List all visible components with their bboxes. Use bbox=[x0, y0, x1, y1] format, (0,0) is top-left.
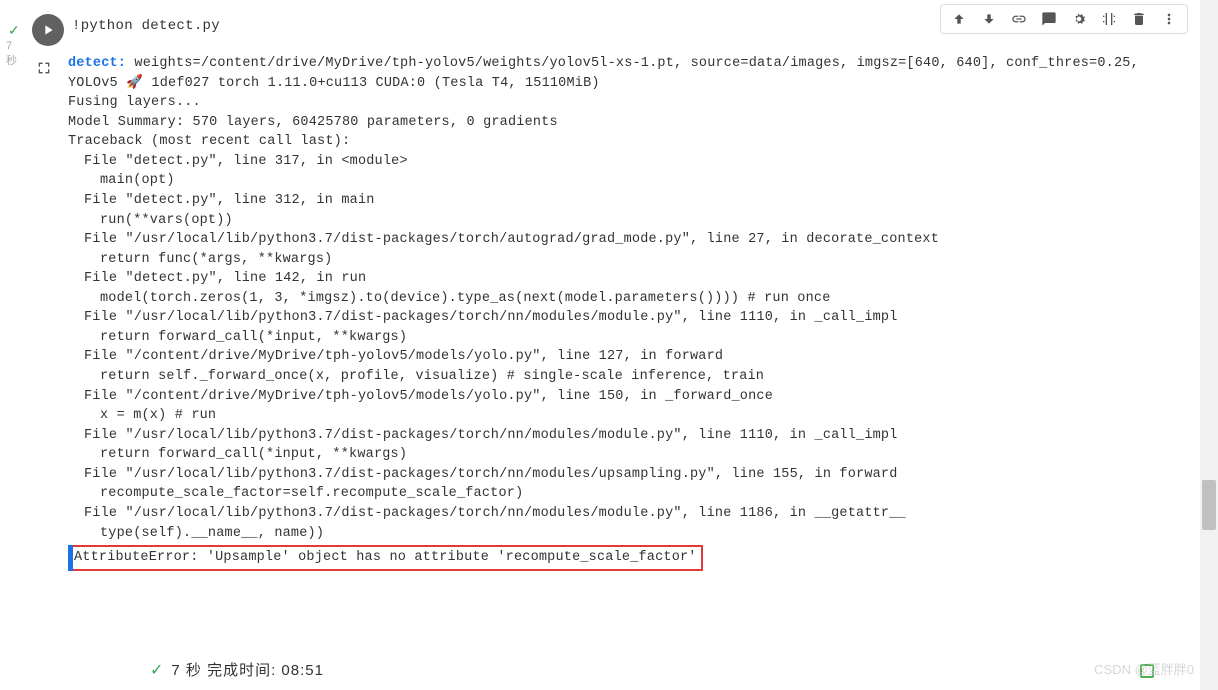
output-line-13: File "detect.py", line 142, in run bbox=[68, 269, 1198, 289]
output-expand-icon[interactable] bbox=[36, 60, 52, 583]
move-down-icon[interactable] bbox=[977, 7, 1001, 31]
output-line-10: run(**vars(opt)) bbox=[68, 211, 1198, 231]
output-line-9: File "detect.py", line 312, in main bbox=[68, 191, 1198, 211]
gutter-time: 7 秒 bbox=[6, 40, 17, 68]
more-icon[interactable] bbox=[1157, 7, 1181, 31]
status-bar: ✓ 7 秒 完成时间: 08:51 bbox=[0, 648, 1218, 690]
watermark-text: CSDN @蓝胖胖0 bbox=[1094, 659, 1194, 678]
error-highlight: AttributeError: 'Upsample' object has no… bbox=[68, 545, 703, 571]
detect-label: detect: bbox=[68, 56, 126, 71]
output-line-4: Fusing layers... bbox=[68, 93, 1198, 113]
output-line-11: File "/usr/local/lib/python3.7/dist-pack… bbox=[68, 230, 1198, 250]
output-line-7: File "detect.py", line 317, in <module> bbox=[68, 152, 1198, 172]
code-text: !python detect.py bbox=[72, 18, 220, 34]
output-line-23: File "/usr/local/lib/python3.7/dist-pack… bbox=[68, 465, 1198, 485]
output-line-15: File "/usr/local/lib/python3.7/dist-pack… bbox=[68, 308, 1198, 328]
output-line-1: weights=/content/drive/MyDrive/tph-yolov… bbox=[126, 56, 1139, 71]
check-icon: ✓ bbox=[8, 22, 20, 39]
cell-toolbar bbox=[940, 4, 1188, 34]
mirror-icon[interactable] bbox=[1097, 7, 1121, 31]
output-line-12: return func(*args, **kwargs) bbox=[68, 250, 1198, 270]
output-line-5: Model Summary: 570 layers, 60425780 para… bbox=[68, 113, 1198, 133]
run-button[interactable] bbox=[32, 14, 64, 46]
comment-icon[interactable] bbox=[1037, 7, 1061, 31]
status-check-icon: ✓ bbox=[150, 660, 163, 680]
output-line-21: File "/usr/local/lib/python3.7/dist-pack… bbox=[68, 426, 1198, 446]
output-container: detect: weights=/content/drive/MyDrive/t… bbox=[0, 50, 1218, 583]
move-up-icon[interactable] bbox=[947, 7, 971, 31]
output-line-25: File "/usr/local/lib/python3.7/dist-pack… bbox=[68, 504, 1198, 524]
output-line-24: recompute_scale_factor=self.recompute_sc… bbox=[68, 484, 1198, 504]
output-line-16: return forward_call(*input, **kwargs) bbox=[68, 328, 1198, 348]
link-icon[interactable] bbox=[1007, 7, 1031, 31]
settings-icon[interactable] bbox=[1067, 7, 1091, 31]
output-line-26: type(self).__name__, name)) bbox=[68, 524, 1198, 544]
output-line-22: return forward_call(*input, **kwargs) bbox=[68, 445, 1198, 465]
output-line-18: return self._forward_once(x, profile, vi… bbox=[68, 367, 1198, 387]
output-line-17: File "/content/drive/MyDrive/tph-yolov5/… bbox=[68, 347, 1198, 367]
delete-icon[interactable] bbox=[1127, 7, 1151, 31]
output-line-14: model(torch.zeros(1, 3, *imgsz).to(devic… bbox=[68, 289, 1198, 309]
output-line-19: File "/content/drive/MyDrive/tph-yolov5/… bbox=[68, 387, 1198, 407]
error-text: AttributeError: 'Upsample' object has no… bbox=[74, 550, 697, 565]
output-line-20: x = m(x) # run bbox=[68, 406, 1198, 426]
output-line-2: YOLOv5 🚀 1def027 torch 1.11.0+cu113 CUDA… bbox=[68, 74, 1198, 94]
output-line-8: main(opt) bbox=[68, 171, 1198, 191]
output-text: detect: weights=/content/drive/MyDrive/t… bbox=[68, 54, 1218, 583]
status-text: 7 秒 完成时间: 08:51 bbox=[171, 659, 324, 680]
output-line-6: Traceback (most recent call last): bbox=[68, 132, 1198, 152]
